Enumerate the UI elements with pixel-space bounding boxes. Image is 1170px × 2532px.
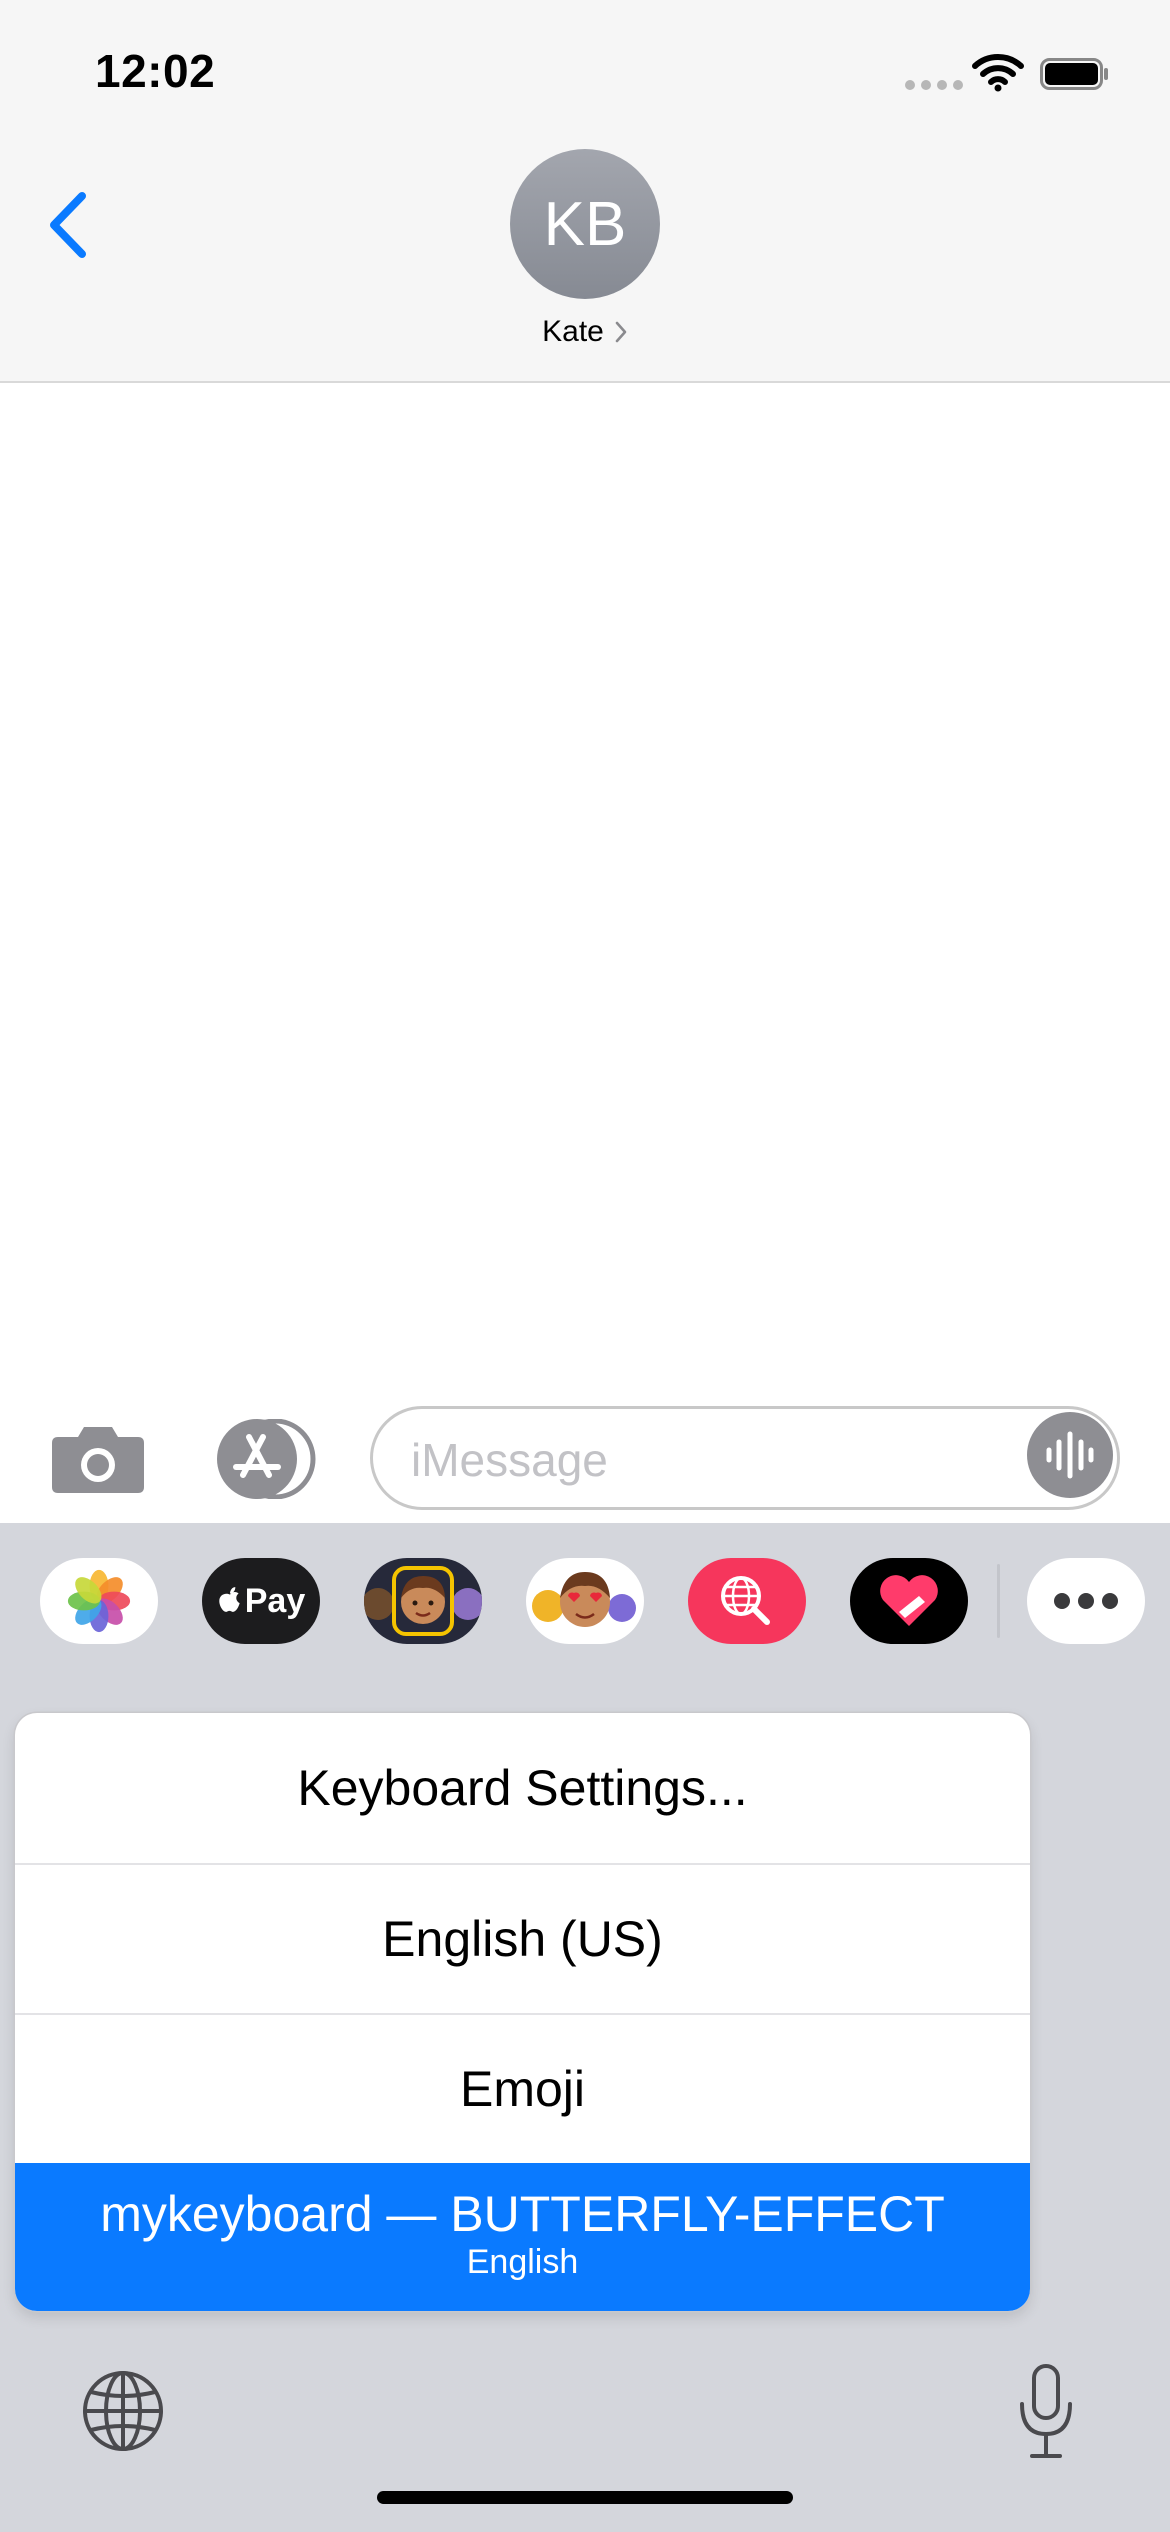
message-compose-field[interactable]: [370, 1406, 1120, 1510]
menu-item-emoji[interactable]: Emoji: [15, 2015, 1030, 2163]
more-dots-icon: [1054, 1593, 1118, 1609]
globe-icon[interactable]: [80, 2368, 166, 2454]
globe-search-icon: [721, 1576, 770, 1625]
wifi-icon: [972, 54, 1024, 92]
menu-item-mykeyboard-selected[interactable]: mykeyboard — BUTTERFLY-EFFECT English: [15, 2163, 1030, 2311]
app-more-button[interactable]: [1027, 1558, 1145, 1644]
contact-name-button[interactable]: Kate: [500, 312, 670, 352]
menu-item-label: English (US): [382, 1911, 663, 1967]
back-chevron-icon[interactable]: [44, 190, 94, 260]
keyboard-switcher-menu: Keyboard Settings... English (US) Emoji …: [15, 1713, 1030, 2311]
message-input[interactable]: [409, 1427, 973, 1493]
app-drawer-divider: [997, 1564, 1000, 1638]
app-image-search[interactable]: [688, 1558, 806, 1644]
memoji-stickers-icon: [364, 1566, 482, 1636]
waveform-icon: [1046, 1431, 1094, 1479]
audio-message-button[interactable]: [1027, 1412, 1113, 1498]
animoji-icon: [532, 1572, 636, 1627]
status-time: 12:02: [95, 45, 216, 97]
menu-item-label: mykeyboard — BUTTERFLY-EFFECT: [100, 2186, 945, 2242]
app-store-icon[interactable]: [209, 1419, 317, 1499]
menu-item-english-us[interactable]: English (US): [15, 1865, 1030, 2013]
microphone-icon[interactable]: [1010, 2362, 1082, 2462]
heart-icon: [880, 1575, 938, 1626]
apple-pay-label: Pay: [244, 1581, 306, 1620]
chevron-right-icon: [615, 321, 627, 343]
photos-icon: [67, 1569, 131, 1633]
menu-item-sublabel: English: [466, 2243, 579, 2281]
app-photos[interactable]: [40, 1558, 158, 1644]
home-indicator[interactable]: [377, 2491, 793, 2504]
app-memoji-stickers[interactable]: [364, 1558, 482, 1644]
cellular-signal-icon: [905, 80, 963, 92]
menu-item-label: Keyboard Settings...: [297, 1760, 748, 1816]
app-apple-pay[interactable]: Pay: [202, 1558, 320, 1644]
apple-logo-icon: [219, 1587, 240, 1612]
menu-item-keyboard-settings[interactable]: Keyboard Settings...: [15, 1713, 1030, 1863]
camera-icon[interactable]: [50, 1423, 146, 1495]
app-animoji[interactable]: [526, 1558, 644, 1644]
avatar-initials: KB: [543, 189, 627, 259]
app-digital-touch[interactable]: [850, 1558, 968, 1644]
battery-icon: [1040, 58, 1108, 90]
avatar[interactable]: KB: [510, 149, 660, 299]
menu-item-label: Emoji: [459, 2061, 586, 2117]
contact-name: Kate: [542, 315, 604, 348]
